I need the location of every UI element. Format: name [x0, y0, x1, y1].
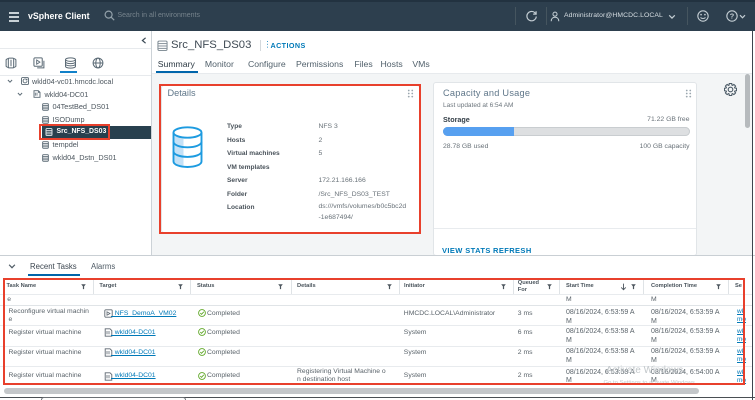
svg-text:?: ? [729, 11, 734, 20]
